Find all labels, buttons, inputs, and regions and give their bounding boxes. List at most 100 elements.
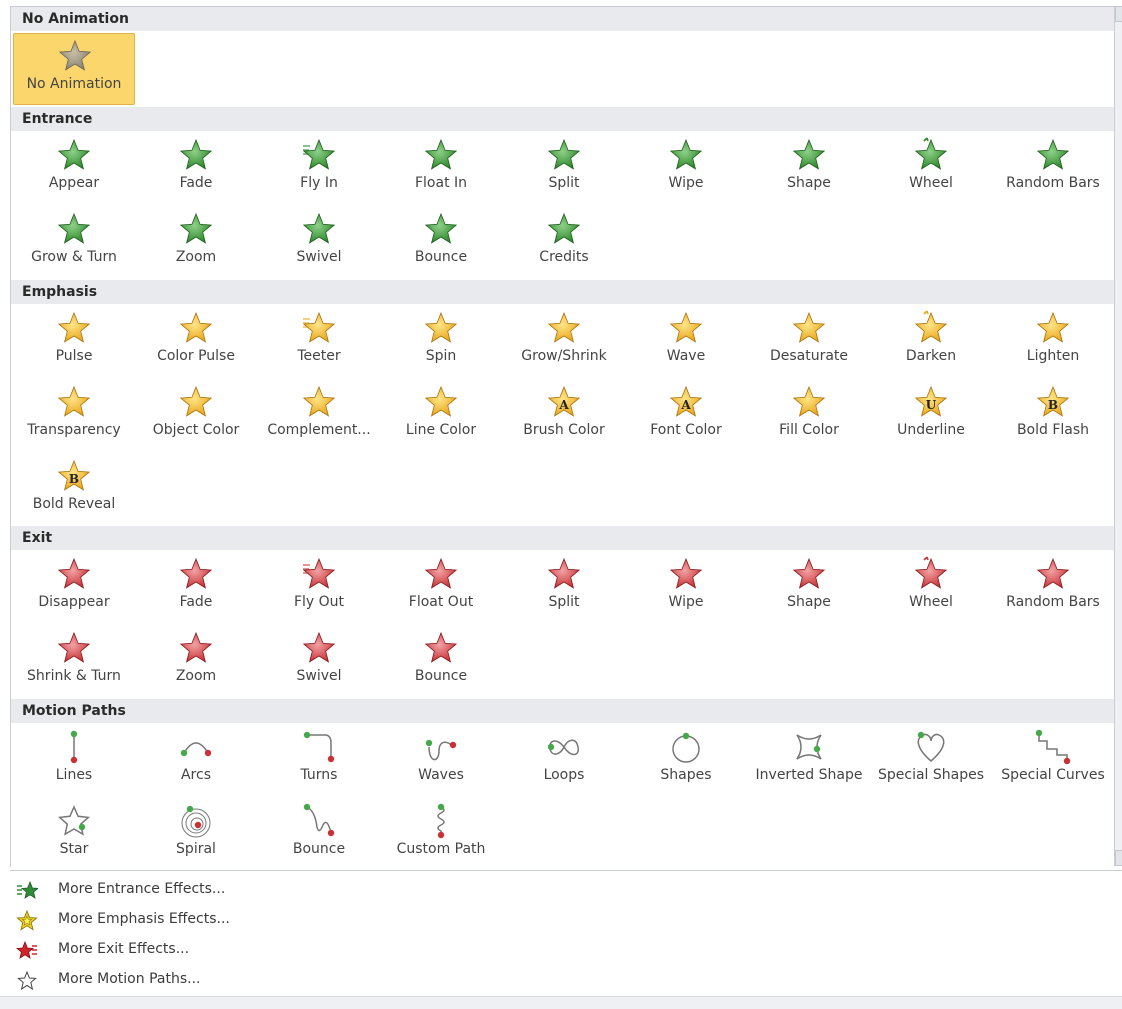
effect-exit-zoom[interactable]: Zoom bbox=[135, 626, 257, 698]
effect-entrance-wipe[interactable]: Wipe bbox=[625, 133, 747, 205]
effect-entrance-appear[interactable]: Appear bbox=[13, 133, 135, 205]
effect-label: Wave bbox=[666, 348, 706, 364]
effect-label: Spin bbox=[425, 348, 457, 364]
effect-emphasis-line-color[interactable]: Line Color bbox=[380, 380, 502, 452]
effect-label: Pulse bbox=[55, 348, 93, 364]
motion-path-star-icon bbox=[17, 970, 37, 991]
effect-motion-paths-lines[interactable]: Lines bbox=[13, 725, 135, 797]
effect-label: Font Color bbox=[650, 422, 722, 438]
effect-exit-swivel[interactable]: Swivel bbox=[258, 626, 380, 698]
effect-entrance-bounce[interactable]: Bounce bbox=[380, 207, 502, 279]
effect-exit-wipe[interactable]: Wipe bbox=[625, 552, 747, 624]
effect-exit-fade[interactable]: Fade bbox=[135, 552, 257, 624]
gold-star-icon bbox=[1036, 311, 1070, 343]
effect-emphasis-font-color[interactable]: A Font Color bbox=[625, 380, 747, 452]
effect-no-animation-no-animation[interactable]: No Animation bbox=[13, 33, 135, 105]
green-star-icon bbox=[547, 138, 581, 170]
gold-star-icon bbox=[179, 385, 213, 417]
effect-exit-split[interactable]: Split bbox=[503, 552, 625, 624]
red-star-icon bbox=[914, 556, 948, 589]
effect-emphasis-pulse[interactable]: Pulse bbox=[13, 306, 135, 378]
effect-motion-paths-special-shapes[interactable]: Special Shapes bbox=[870, 725, 992, 797]
effect-emphasis-object-color[interactable]: Object Color bbox=[135, 380, 257, 452]
effect-entrance-fade[interactable]: Fade bbox=[135, 133, 257, 205]
effect-label: Zoom bbox=[175, 668, 217, 684]
more-emphasis-effects[interactable]: More Emphasis Effects... bbox=[10, 905, 610, 935]
effect-motion-paths-loops[interactable]: Loops bbox=[503, 725, 625, 797]
effect-motion-paths-bounce[interactable]: Bounce bbox=[258, 799, 380, 867]
effect-exit-shrink-turn[interactable]: Shrink & Turn bbox=[13, 626, 135, 698]
effect-motion-paths-special-curves[interactable]: Special Curves bbox=[992, 725, 1114, 797]
section-header-emphasis: Emphasis bbox=[11, 280, 1115, 304]
effect-entrance-random-bars[interactable]: Random Bars bbox=[992, 133, 1114, 205]
effect-exit-float-out[interactable]: Float Out bbox=[380, 552, 502, 624]
more-exit-effects[interactable]: More Exit Effects... bbox=[10, 935, 610, 965]
effect-label: Special Curves bbox=[1001, 767, 1105, 783]
effect-emphasis-bold-reveal[interactable]: B Bold Reveal bbox=[13, 454, 135, 526]
red-star-icon bbox=[57, 557, 91, 589]
effect-exit-bounce[interactable]: Bounce bbox=[380, 626, 502, 698]
effect-emphasis-bold-flash[interactable]: B Bold Flash bbox=[992, 380, 1114, 452]
red-star-icon bbox=[424, 631, 458, 663]
section-header-exit: Exit bbox=[11, 526, 1115, 550]
effect-emphasis-fill-color[interactable]: Fill Color bbox=[748, 380, 870, 452]
effect-entrance-zoom[interactable]: Zoom bbox=[135, 207, 257, 279]
effect-motion-paths-shapes[interactable]: Shapes bbox=[625, 725, 747, 797]
effect-emphasis-wave[interactable]: Wave bbox=[625, 306, 747, 378]
green-star-icon bbox=[179, 212, 213, 244]
effect-motion-paths-arcs[interactable]: Arcs bbox=[135, 725, 257, 797]
effect-emphasis-spin[interactable]: Spin bbox=[380, 306, 502, 378]
effect-entrance-grow-turn[interactable]: Grow & Turn bbox=[13, 207, 135, 279]
gold-star-icon bbox=[792, 385, 826, 417]
effect-emphasis-brush-color[interactable]: A Brush Color bbox=[503, 380, 625, 452]
effect-emphasis-grow-shrink[interactable]: Grow/Shrink bbox=[503, 306, 625, 378]
effect-entrance-float-in[interactable]: Float In bbox=[380, 133, 502, 205]
effect-emphasis-lighten[interactable]: Lighten bbox=[992, 306, 1114, 378]
effect-emphasis-teeter[interactable]: Teeter bbox=[258, 306, 380, 378]
more-entrance-effects[interactable]: More Entrance Effects... bbox=[10, 875, 610, 905]
effect-label: Random Bars bbox=[1006, 594, 1100, 610]
effect-label: Wheel bbox=[909, 175, 953, 191]
scroll-down-arrow[interactable] bbox=[1115, 850, 1122, 866]
loop-path-icon bbox=[547, 739, 579, 756]
effect-label: Shrink & Turn bbox=[27, 668, 121, 684]
effect-entrance-credits[interactable]: Credits bbox=[503, 207, 625, 279]
effect-label: Bold Flash bbox=[1016, 422, 1090, 438]
green-star-icon bbox=[792, 138, 826, 170]
effect-exit-wheel[interactable]: Wheel bbox=[870, 552, 992, 624]
effect-entrance-swivel[interactable]: Swivel bbox=[258, 207, 380, 279]
effect-entrance-shape[interactable]: Shape bbox=[748, 133, 870, 205]
effect-motion-paths-waves[interactable]: Waves bbox=[380, 725, 502, 797]
effect-entrance-fly-in[interactable]: Fly In bbox=[258, 133, 380, 205]
effect-emphasis-darken[interactable]: Darken bbox=[870, 306, 992, 378]
star-path-icon bbox=[57, 805, 91, 836]
effect-label: Line Color bbox=[405, 422, 477, 438]
effect-exit-random-bars[interactable]: Random Bars bbox=[992, 552, 1114, 624]
effect-exit-fly-out[interactable]: Fly Out bbox=[258, 552, 380, 624]
effect-exit-shape[interactable]: Shape bbox=[748, 552, 870, 624]
effect-emphasis-desaturate[interactable]: Desaturate bbox=[748, 306, 870, 378]
effect-label: Custom Path bbox=[396, 841, 486, 857]
effect-label: Swivel bbox=[296, 249, 342, 265]
red-star-icon bbox=[547, 557, 581, 589]
effect-label: Fill Color bbox=[779, 422, 839, 438]
vertical-scrollbar[interactable] bbox=[1114, 6, 1122, 866]
effect-motion-paths-star[interactable]: Star bbox=[13, 799, 135, 867]
effect-entrance-wheel[interactable]: Wheel bbox=[870, 133, 992, 205]
effect-motion-paths-turns[interactable]: Turns bbox=[258, 725, 380, 797]
effect-exit-disappear[interactable]: Disappear bbox=[13, 552, 135, 624]
effect-label: Bold Reveal bbox=[32, 496, 116, 512]
scroll-up-arrow[interactable] bbox=[1115, 6, 1122, 22]
effect-motion-paths-custom-path[interactable]: Custom Path bbox=[380, 799, 502, 867]
effect-emphasis-transparency[interactable]: Transparency bbox=[13, 380, 135, 452]
gold-star-icon bbox=[57, 385, 91, 417]
effect-motion-paths-inverted-shape[interactable]: Inverted Shape bbox=[748, 725, 870, 797]
effect-entrance-split[interactable]: Split bbox=[503, 133, 625, 205]
effect-emphasis-complement[interactable]: Complement... bbox=[258, 380, 380, 452]
more-motion-paths[interactable]: More Motion Paths... bbox=[10, 965, 610, 995]
effect-emphasis-underline[interactable]: U Underline bbox=[870, 380, 992, 452]
effect-motion-paths-spiral[interactable]: Spiral bbox=[135, 799, 257, 867]
svg-text:A: A bbox=[680, 398, 691, 412]
effect-label: Turns bbox=[300, 767, 338, 783]
effect-emphasis-color-pulse[interactable]: Color Pulse bbox=[135, 306, 257, 378]
